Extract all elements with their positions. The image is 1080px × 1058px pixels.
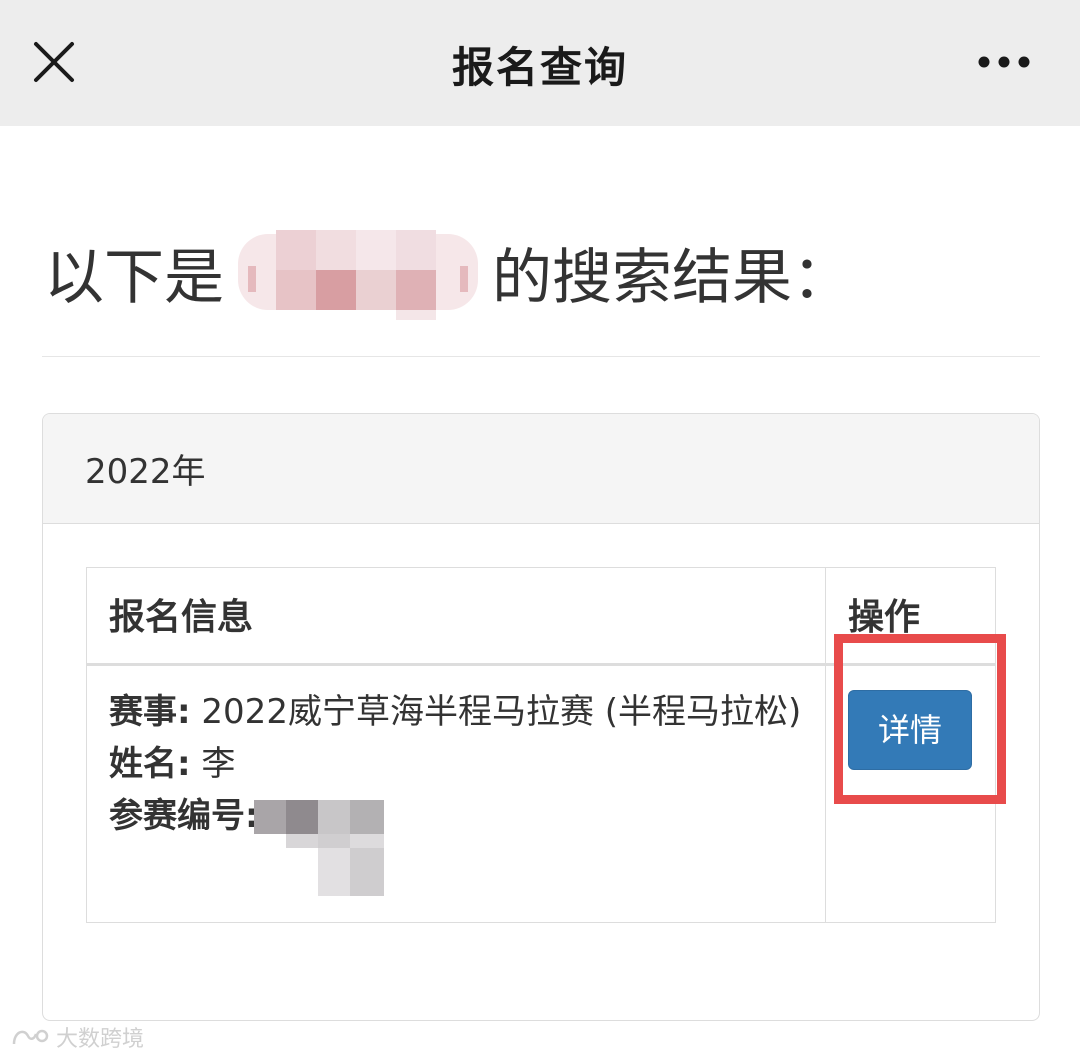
panel-year-heading: 2022年 — [43, 414, 1039, 524]
search-result-heading: 以下是 的搜索结果： — [44, 224, 852, 320]
watermark-text: 大数跨境 — [56, 1027, 145, 1052]
watermark: 大数跨境 — [10, 1022, 144, 1052]
event-label: 赛事: — [109, 692, 191, 732]
redacted-search-keyword — [238, 226, 478, 320]
event-line: 赛事: 2022威宁草海半程马拉赛 (半程马拉松) — [109, 686, 803, 738]
name-value: 李 — [201, 744, 236, 784]
watermark-logo-icon — [12, 1029, 49, 1045]
name-line: 姓名: 李 — [109, 738, 803, 790]
name-label: 姓名: — [109, 744, 191, 784]
header-registration-info: 报名信息 — [86, 567, 826, 666]
page-title: 报名查询 — [451, 43, 628, 92]
more-horizontal-icon[interactable] — [972, 48, 1036, 76]
bib-label: 参赛编号: — [109, 796, 259, 836]
search-prefix: 以下是 — [44, 242, 224, 313]
divider — [42, 356, 1040, 357]
search-suffix: 的搜索结果： — [492, 242, 852, 313]
highlight-annotation — [834, 634, 1006, 804]
event-value: 2022威宁草海半程马拉赛 (半程马拉松) — [201, 692, 802, 732]
bib-line: 参赛编号: A — [109, 790, 803, 842]
top-bar: 报名查询 — [0, 0, 1080, 126]
registration-info-cell: 赛事: 2022威宁草海半程马拉赛 (半程马拉松) 姓名: 李 参赛编号: A — [86, 664, 826, 923]
